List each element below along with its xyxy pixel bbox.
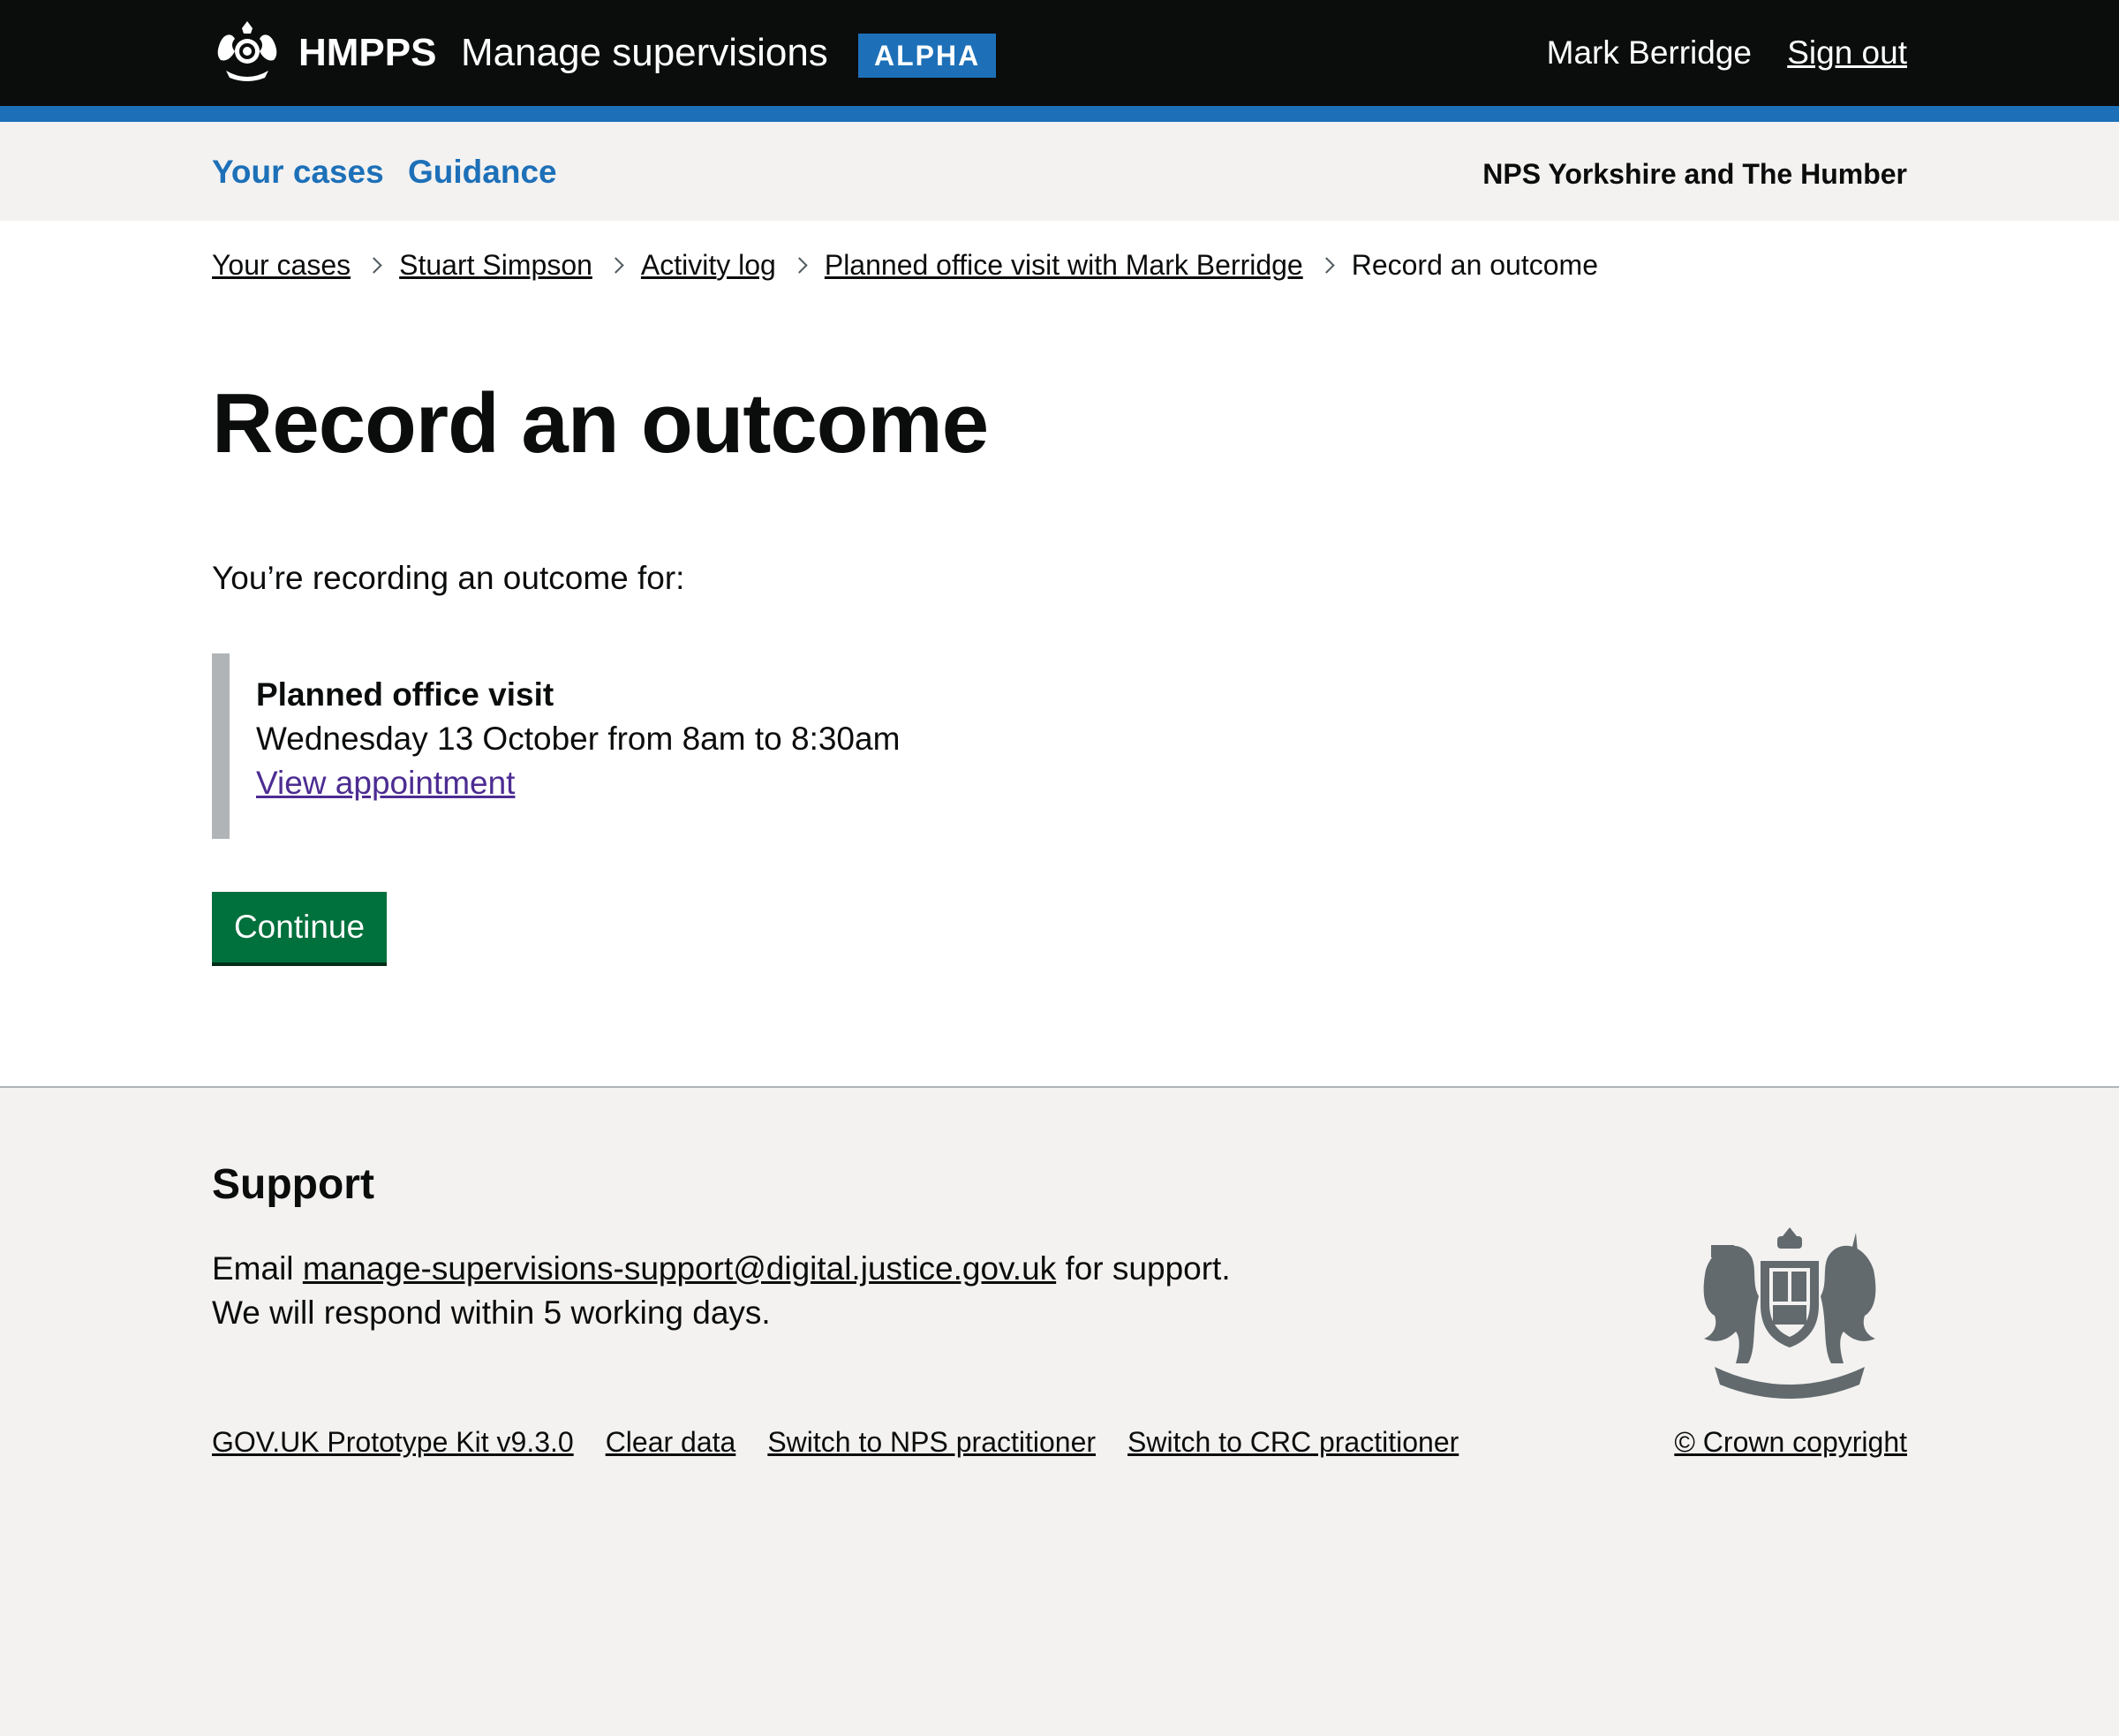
main-content: Your cases Stuart Simpson Activity log P… [0,221,2119,1086]
view-appointment-link[interactable]: View appointment [256,765,515,801]
page-title: Record an outcome [212,376,989,471]
chevron-right-icon [366,256,382,274]
footer-link-switch-crc[interactable]: Switch to CRC practitioner [1127,1422,1459,1462]
chevron-right-icon [791,256,808,274]
nav-item-guidance[interactable]: Guidance [408,152,557,192]
breadcrumb-your-cases[interactable]: Your cases [212,249,351,282]
appointment-type: Planned office visit [256,676,554,713]
site-header: HMPPS Manage supervisions ALPHA Mark Ber… [0,0,2119,106]
lead-text: You’re recording an outcome for: [212,560,685,596]
header-accent-bar [0,106,2119,122]
footer-link-clear-data[interactable]: Clear data [606,1422,736,1462]
crown-copyright-link[interactable]: © Crown copyright [1674,1422,1907,1462]
chevron-right-icon [1318,256,1335,274]
breadcrumb-current: Record an outcome [1351,248,1598,281]
site-footer: Support Email manage-supervisions-suppor… [0,1086,2119,1736]
appointment-inset: Planned office visit Wednesday 13 Octobe… [212,653,1007,839]
sign-out-link[interactable]: Sign out [1787,26,1907,79]
footer-links: GOV.UK Prototype Kit v9.3.0 Clear data S… [212,1422,1490,1462]
breadcrumb-appointment[interactable]: Planned office visit with Mark Berridge [825,249,1303,282]
breadcrumb-activity-log[interactable]: Activity log [641,249,776,282]
appointment-time: Wednesday 13 October from 8am to 8:30am [256,721,901,757]
support-response: We will respond within 5 working days. [212,1294,771,1331]
breadcrumb: Your cases Stuart Simpson Activity log P… [212,244,1598,286]
chevron-right-icon [607,256,624,274]
royal-coat-of-arms-icon [1703,1227,1876,1399]
footer-link-prototype-kit[interactable]: GOV.UK Prototype Kit v9.3.0 [212,1422,574,1462]
service-name[interactable]: Manage supervisions [461,26,828,79]
region-label: NPS Yorkshire and The Humber [1482,158,1907,190]
support-email-link[interactable]: manage-supervisions-support@digital.just… [303,1250,1056,1287]
user-name: Mark Berridge [1546,34,1752,71]
primary-navigation: Your cases Guidance NPS Yorkshire and Th… [0,122,2119,221]
support-heading: Support [212,1161,374,1208]
support-prefix: Email [212,1250,294,1287]
nav-item-your-cases[interactable]: Your cases [212,152,384,192]
footer-link-switch-nps[interactable]: Switch to NPS practitioner [767,1422,1096,1462]
phase-tag: ALPHA [858,34,997,78]
brand-name[interactable]: HMPPS [298,26,436,79]
support-text: Email manage-supervisions-support@digita… [212,1247,1536,1335]
breadcrumb-case-name[interactable]: Stuart Simpson [399,249,592,282]
continue-button[interactable]: Continue [212,892,387,962]
support-suffix: for support. [1065,1250,1231,1287]
royal-crest-icon [217,21,277,81]
